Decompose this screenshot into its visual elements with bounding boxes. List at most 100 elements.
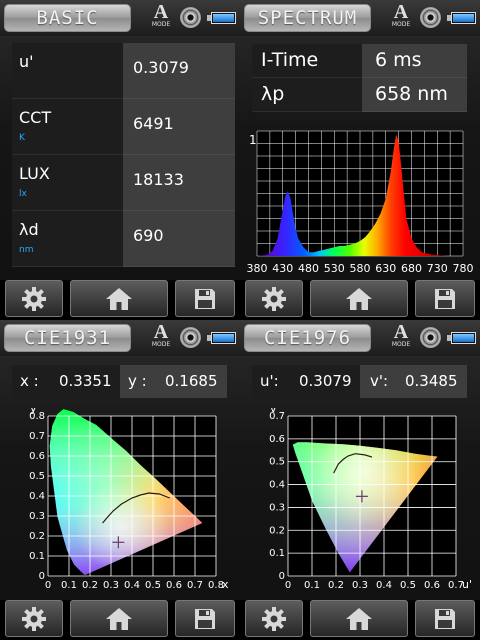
settings-button[interactable] bbox=[245, 600, 303, 637]
cie1931-y-tick-label: 0.4 bbox=[29, 491, 45, 502]
home-button[interactable] bbox=[70, 600, 168, 637]
mode-letter: A bbox=[153, 1, 169, 23]
cie1976-footer bbox=[240, 600, 480, 640]
cie1931-y-tick-label: 0 bbox=[39, 571, 45, 582]
settings-gear-icon bbox=[22, 606, 46, 631]
cie1931-x-tick-label: 0.4 bbox=[124, 580, 140, 591]
basic-footer bbox=[0, 280, 240, 320]
home-button[interactable] bbox=[70, 280, 168, 317]
spectrum-row-integration-time: I-Time 6 ms bbox=[252, 44, 467, 78]
save-floppy-icon bbox=[195, 288, 215, 309]
settings-button[interactable] bbox=[5, 280, 63, 317]
cie1931-y-cell: y : 0.1685 bbox=[120, 365, 227, 398]
save-floppy-icon bbox=[435, 608, 455, 629]
cie1976-v-value: 0.3485 bbox=[405, 372, 458, 390]
save-floppy-icon bbox=[435, 288, 455, 309]
cie1931-x-tick-label: 0.3 bbox=[103, 580, 119, 591]
cie1976-title-button[interactable]: CIE1976 bbox=[244, 324, 371, 352]
spectrum-x-tick-label: 680 bbox=[401, 262, 422, 275]
shutter-icon[interactable] bbox=[420, 327, 441, 348]
spectrum-x-tick-label: 630 bbox=[375, 262, 396, 275]
cie1976-diagram: 0 0.1 0.2 0.3 0.4 0.5 0.6 0.700.10.20.30.40.50.… bbox=[269, 408, 472, 591]
mode-label: MODE bbox=[151, 341, 171, 348]
basic-row-label: u' bbox=[19, 52, 34, 71]
cie1931-x-tick-label: 0.1 bbox=[61, 580, 77, 591]
basic-row-unit: nm bbox=[19, 245, 34, 255]
mode-icon[interactable]: A MODE bbox=[386, 2, 416, 33]
spectrum-x-tick-label: 580 bbox=[350, 262, 371, 275]
basic-header: BASIC A MODE bbox=[0, 0, 240, 36]
battery-icon bbox=[207, 12, 236, 24]
settings-gear-icon bbox=[22, 286, 46, 311]
cie1931-y-axis-label: y bbox=[30, 408, 37, 415]
cie1931-header: CIE1931 A MODE bbox=[0, 320, 240, 356]
cie1976-values-bar: u': 0.3079 v': 0.3485 bbox=[252, 365, 467, 398]
save-button[interactable] bbox=[175, 600, 235, 637]
cie1976-x-tick-label: 0.1 bbox=[304, 580, 320, 591]
basic-panel: BASIC A MODE u' 0.3079 CCT K 6491 LUX lx 1… bbox=[0, 0, 240, 320]
mode-icon[interactable]: A MODE bbox=[386, 322, 416, 353]
settings-gear-icon bbox=[262, 286, 286, 311]
spectrum-y-tick-label: 1 bbox=[249, 133, 257, 147]
battery-icon bbox=[447, 332, 476, 344]
save-button[interactable] bbox=[175, 280, 235, 317]
home-icon bbox=[346, 287, 372, 310]
home-button[interactable] bbox=[310, 280, 408, 317]
spectrum-x-tick-label: 530 bbox=[324, 262, 345, 275]
cie1931-title-button[interactable]: CIE1931 bbox=[4, 324, 131, 352]
cie1976-x-tick-label: 0.4 bbox=[376, 580, 392, 591]
spectrum-info-table: I-Time 6 ms λp 658 nm bbox=[252, 44, 467, 112]
spectrum-chart: 1 380 430 480 530 580 630 680 730 780 bbox=[247, 130, 474, 275]
cie1931-x-tick-label: 0.2 bbox=[82, 580, 98, 591]
shutter-icon[interactable] bbox=[420, 7, 441, 28]
cie1976-u-label: u': bbox=[260, 372, 279, 390]
cie1976-x-tick-label: 0.5 bbox=[400, 580, 416, 591]
cie1931-y-tick-label: 0.5 bbox=[29, 471, 45, 482]
basic-measurement-table: u' 0.3079 CCT K 6491 LUX lx 18133 λd nm 690 bbox=[12, 43, 235, 268]
mode-label: MODE bbox=[151, 21, 171, 28]
basic-title-button[interactable]: BASIC bbox=[4, 4, 131, 32]
cie1931-y-tick-label: 0.7 bbox=[29, 431, 45, 442]
battery-icon bbox=[207, 332, 236, 344]
basic-row-label: CCT bbox=[19, 108, 52, 127]
cie1976-y-tick-label: 0.5 bbox=[269, 457, 285, 468]
spectrum-row-value: 6 ms bbox=[375, 49, 422, 71]
cie1976-y-tick-label: 0.4 bbox=[269, 480, 285, 491]
mode-icon[interactable]: A MODE bbox=[146, 1, 176, 33]
cie1976-y-axis-label: v' bbox=[270, 408, 280, 415]
cie1931-x-tick-label: 0.5 bbox=[145, 580, 161, 591]
spectrum-title-button[interactable]: SPECTRUM bbox=[244, 4, 371, 32]
spectrum-row-label: I-Time bbox=[261, 49, 319, 71]
settings-button[interactable] bbox=[5, 600, 63, 637]
cie1976-v-cell: v': 0.3485 bbox=[360, 365, 467, 398]
spectrum-header: SPECTRUM A MODE bbox=[240, 0, 480, 36]
cie1976-y-tick-label: 0.3 bbox=[269, 502, 285, 513]
basic-row-dominant-wavelength: λd nm 690 bbox=[12, 211, 235, 267]
cie1931-x-label: x : bbox=[20, 372, 39, 390]
settings-gear-icon bbox=[262, 606, 286, 631]
basic-row-lux: LUX lx 18133 bbox=[12, 155, 235, 211]
save-button[interactable] bbox=[415, 280, 475, 317]
spectrum-x-tick-label: 780 bbox=[453, 262, 474, 275]
cie1976-y-tick-label: 0.6 bbox=[269, 434, 285, 445]
settings-button[interactable] bbox=[245, 280, 303, 317]
basic-row-value: 6491 bbox=[133, 114, 174, 133]
basic-row-unit: lx bbox=[19, 189, 27, 199]
spectrum-x-tick-label: 430 bbox=[272, 262, 293, 275]
cie1931-x-axis-label: x bbox=[222, 578, 229, 591]
cie1976-header: CIE1976 A MODE bbox=[240, 320, 480, 356]
home-icon bbox=[346, 607, 372, 630]
cie1931-y-tick-label: 0.2 bbox=[29, 531, 45, 542]
home-button[interactable] bbox=[310, 600, 408, 637]
basic-row-value: 690 bbox=[133, 226, 164, 245]
shutter-icon[interactable] bbox=[180, 7, 201, 28]
spectrum-footer bbox=[240, 280, 480, 320]
cie1976-panel: CIE1976 A MODE u': 0.3079 v': 0.3485 0 0… bbox=[240, 320, 480, 640]
spectrum-x-tick-label: 730 bbox=[427, 262, 448, 275]
save-button[interactable] bbox=[415, 600, 475, 637]
mode-icon[interactable]: A MODE bbox=[146, 322, 176, 353]
shutter-icon[interactable] bbox=[180, 327, 201, 348]
cie1931-panel: CIE1931 A MODE x : 0.3351 y : 0.1685 0 0… bbox=[0, 320, 240, 640]
home-icon bbox=[106, 287, 132, 310]
spectrum-x-tick-label: 380 bbox=[247, 262, 268, 275]
